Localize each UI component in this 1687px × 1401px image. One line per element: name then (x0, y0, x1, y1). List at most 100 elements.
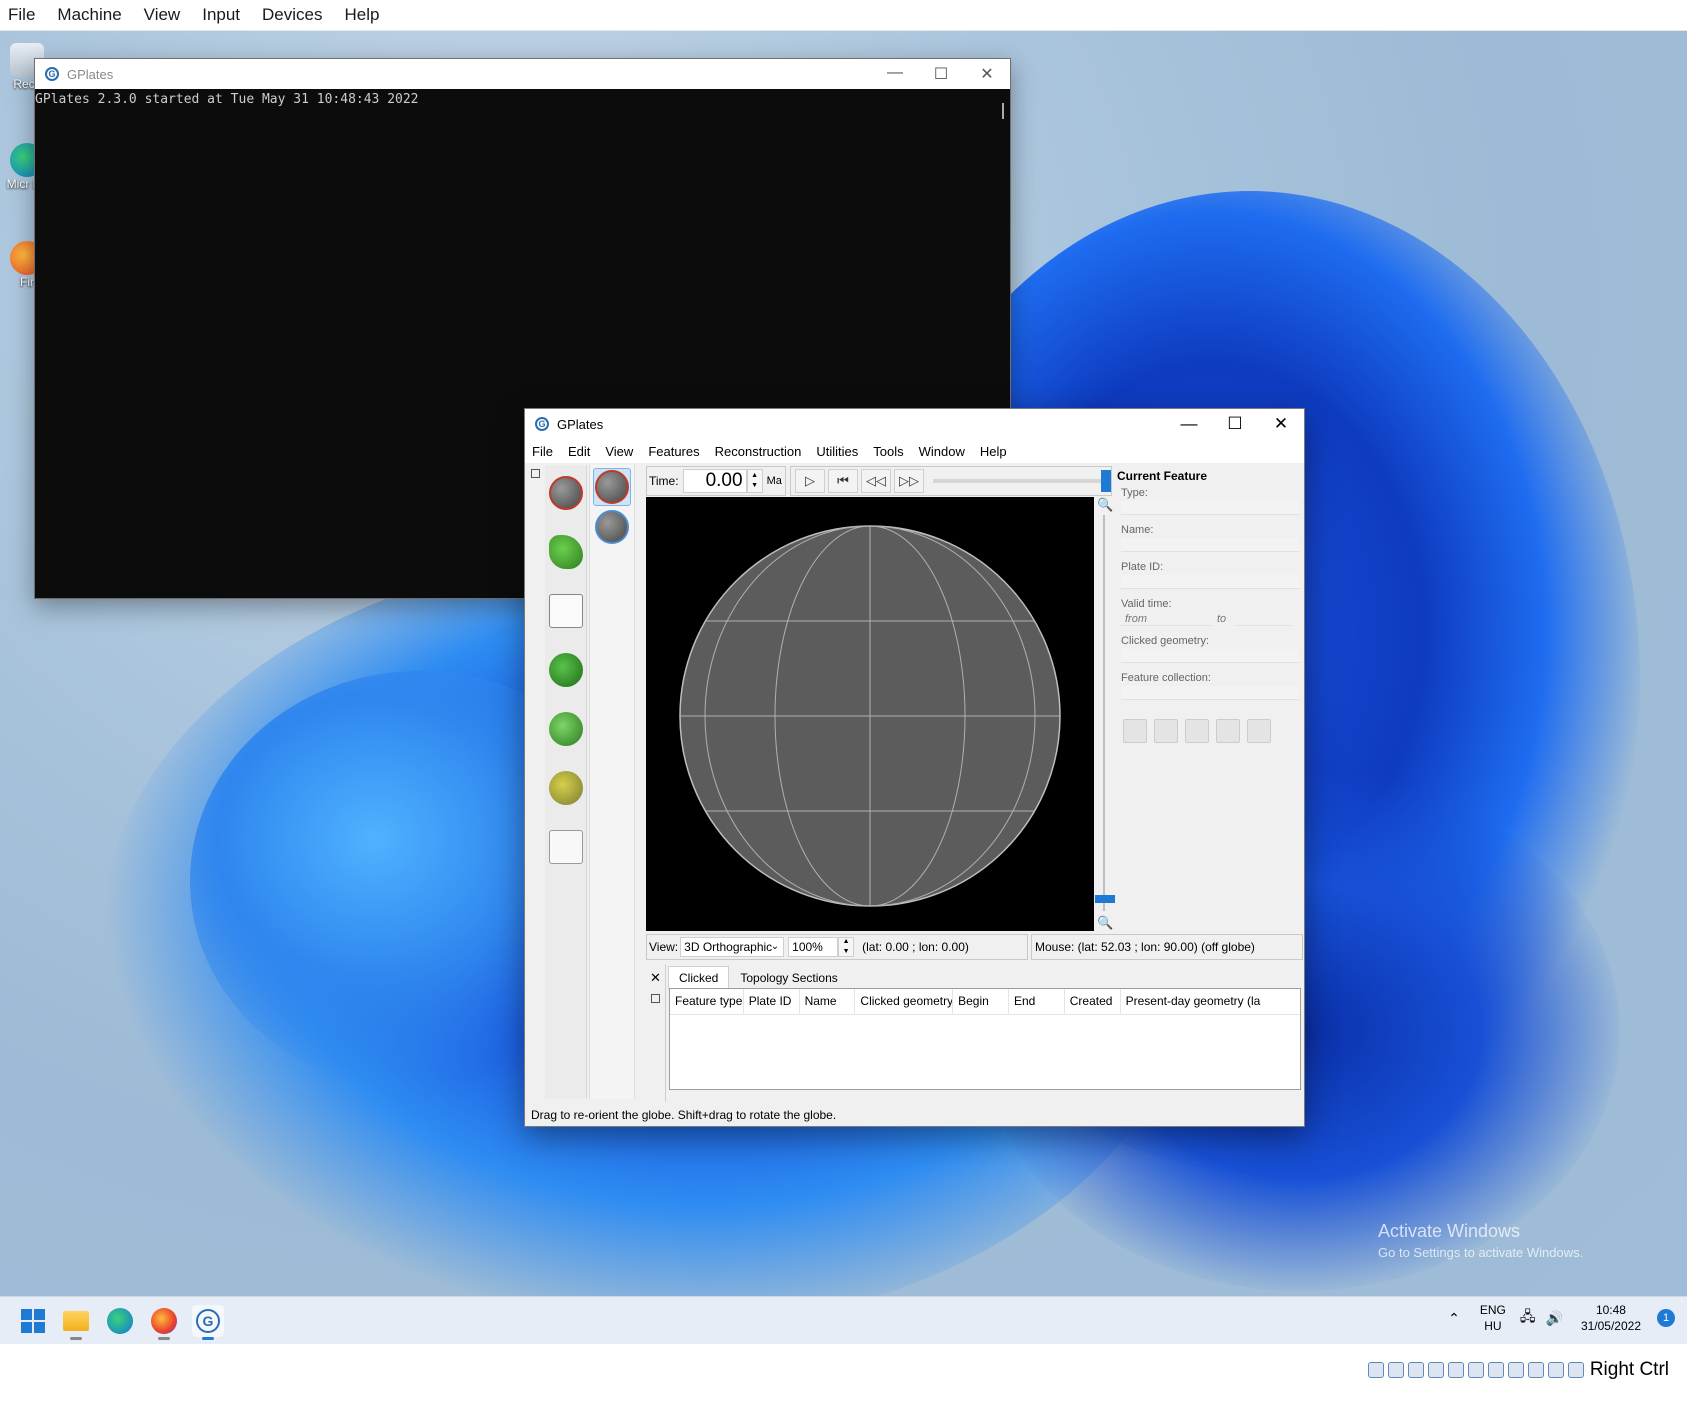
start-button[interactable] (17, 1305, 49, 1337)
valid-to-field (1235, 613, 1291, 626)
clicked-features-table[interactable]: Feature type Plate ID Name Clicked geome… (669, 988, 1301, 1090)
shared-folders-icon[interactable] (1467, 1362, 1484, 1378)
clone-feature-icon[interactable] (1216, 719, 1240, 743)
hard-disk-icon[interactable] (1367, 1362, 1384, 1378)
tool-zoom-globe[interactable] (593, 508, 631, 546)
small-circle-globe-icon (548, 771, 583, 805)
optical-drive-icon[interactable] (1387, 1362, 1404, 1378)
video-capture-icon[interactable] (1507, 1362, 1524, 1378)
menu-view[interactable]: View (605, 444, 633, 459)
tab-clicked[interactable]: Clicked (668, 966, 730, 990)
tab-topology-sections[interactable]: Topology Sections (729, 966, 848, 990)
network-adapter-icon[interactable] (1427, 1362, 1444, 1378)
column-header-name[interactable]: Name (800, 989, 856, 1014)
query-feature-icon[interactable] (1123, 719, 1147, 743)
play-button[interactable]: ▷ (795, 469, 825, 493)
column-header-begin[interactable]: Begin (953, 989, 1009, 1014)
move-vertices-icon[interactable] (1185, 719, 1209, 743)
delete-feature-icon[interactable] (1247, 719, 1271, 743)
taskbar-gplates[interactable]: G (192, 1305, 224, 1340)
column-header-created[interactable]: Created (1065, 989, 1121, 1014)
time-input[interactable]: 0.00 (682, 469, 747, 493)
usb-icon[interactable] (1447, 1362, 1464, 1378)
maximize-button[interactable]: ☐ (918, 64, 964, 84)
close-button[interactable]: ✕ (1258, 414, 1304, 434)
tool-view-category[interactable] (547, 474, 585, 512)
clock[interactable]: 10:48 31/05/2022 (1581, 1302, 1641, 1334)
spin-up-icon[interactable]: ▲ (843, 937, 850, 947)
zoom-in-icon[interactable]: 🔍 (1097, 497, 1113, 513)
close-panel-icon[interactable]: ✕ (646, 970, 665, 986)
menu-features[interactable]: Features (648, 444, 699, 459)
tool-drag-globe[interactable] (593, 468, 631, 506)
close-button[interactable]: ✕ (964, 64, 1010, 84)
gplates-window[interactable]: G GPlates — ☐ ✕ File Edit View Features … (524, 408, 1305, 1127)
maximize-button[interactable]: ☐ (1212, 414, 1258, 434)
column-header-end[interactable]: End (1009, 989, 1065, 1014)
step-back-button[interactable]: ◁◁ (861, 469, 891, 493)
tool-topology[interactable] (547, 651, 585, 689)
time-slider-handle[interactable] (1101, 470, 1111, 492)
zoom-spinner[interactable]: ▲ ▼ (838, 937, 855, 957)
column-header-present-day-geometry[interactable]: Present-day geometry (la (1121, 989, 1300, 1014)
step-forward-button[interactable]: ▷▷ (894, 469, 924, 493)
zoom-slider[interactable]: 🔍 🔍 (1095, 497, 1115, 931)
menu-reconstruction[interactable]: Reconstruction (715, 444, 802, 459)
gplates-titlebar[interactable]: G GPlates — ☐ ✕ (525, 409, 1304, 439)
menu-edit[interactable]: Edit (568, 444, 590, 459)
vbox-menu-file[interactable]: File (8, 5, 35, 25)
zoom-out-icon[interactable]: 🔍 (1097, 915, 1113, 931)
tool-pole-manipulation[interactable] (547, 710, 585, 748)
zoom-track[interactable] (1103, 515, 1105, 911)
taskbar-file-explorer[interactable] (60, 1305, 92, 1340)
volume-icon[interactable]: 🔊 (1546, 1310, 1563, 1327)
taskbar-firefox[interactable] (148, 1305, 180, 1340)
mouse-integration-icon[interactable] (1547, 1362, 1564, 1378)
vbox-menu-input[interactable]: Input (202, 5, 240, 25)
taskbar: G ⌃ ENG HU 🖧 🔊 10:48 31/05/2022 1 (0, 1296, 1687, 1344)
taskbar-edge[interactable] (104, 1305, 136, 1337)
tool-digitisation[interactable] (547, 592, 585, 630)
vbox-menu-view[interactable]: View (144, 5, 181, 25)
undock-panel-icon[interactable] (651, 994, 660, 1003)
console-scrollbar[interactable] (1002, 103, 1004, 119)
projection-select[interactable]: 3D Orthographic ⌄ (680, 937, 785, 957)
zoom-handle[interactable] (1095, 895, 1115, 903)
zoom-percent-input[interactable]: 100% (788, 937, 839, 957)
column-header-plate-id[interactable]: Plate ID (744, 989, 800, 1014)
notification-badge[interactable]: 1 (1657, 1309, 1675, 1327)
globe-viewport[interactable] (646, 497, 1094, 931)
column-header-feature-type[interactable]: Feature type (670, 989, 744, 1014)
chevron-up-icon[interactable]: ⌃ (1448, 1310, 1460, 1327)
spin-down-icon[interactable]: ▼ (751, 481, 758, 491)
display-icon[interactable] (1487, 1362, 1504, 1378)
keyboard-capture-icon[interactable] (1567, 1362, 1584, 1378)
spin-down-icon[interactable]: ▼ (843, 947, 850, 957)
menu-file[interactable]: File (532, 444, 553, 459)
spin-up-icon[interactable]: ▲ (751, 471, 758, 481)
minimize-button[interactable]: — (872, 64, 918, 84)
minimize-button[interactable]: — (1166, 414, 1212, 434)
tool-feature-inspection[interactable] (547, 533, 585, 571)
language-indicator[interactable]: ENG HU (1480, 1302, 1506, 1334)
menu-window[interactable]: Window (919, 444, 965, 459)
time-slider[interactable] (933, 470, 1111, 492)
menu-utilities[interactable]: Utilities (816, 444, 858, 459)
audio-icon[interactable] (1407, 1362, 1424, 1378)
undock-toolbar-icon[interactable] (531, 469, 540, 478)
time-spinner[interactable]: ▲ ▼ (746, 469, 763, 493)
vbox-menu-help[interactable]: Help (345, 5, 380, 25)
network-icon[interactable]: 🖧 (1520, 1306, 1536, 1330)
vbox-menu-devices[interactable]: Devices (262, 5, 322, 25)
tool-measure-distance[interactable] (547, 828, 585, 866)
menu-help[interactable]: Help (980, 444, 1007, 459)
console-titlebar[interactable]: G GPlates — ☐ ✕ (35, 59, 1010, 89)
menu-tools[interactable]: Tools (873, 444, 903, 459)
view-bar: View: 3D Orthographic ⌄ 100% ▲ ▼ (lat: 0.… (646, 934, 1028, 960)
edit-feature-icon[interactable] (1154, 719, 1178, 743)
tool-small-circle[interactable] (547, 769, 585, 807)
cpu-icon[interactable] (1527, 1362, 1544, 1378)
column-header-clicked-geometry[interactable]: Clicked geometry (855, 989, 954, 1014)
vbox-menu-machine[interactable]: Machine (57, 5, 121, 25)
reset-animation-button[interactable]: ⏮ (828, 469, 858, 493)
